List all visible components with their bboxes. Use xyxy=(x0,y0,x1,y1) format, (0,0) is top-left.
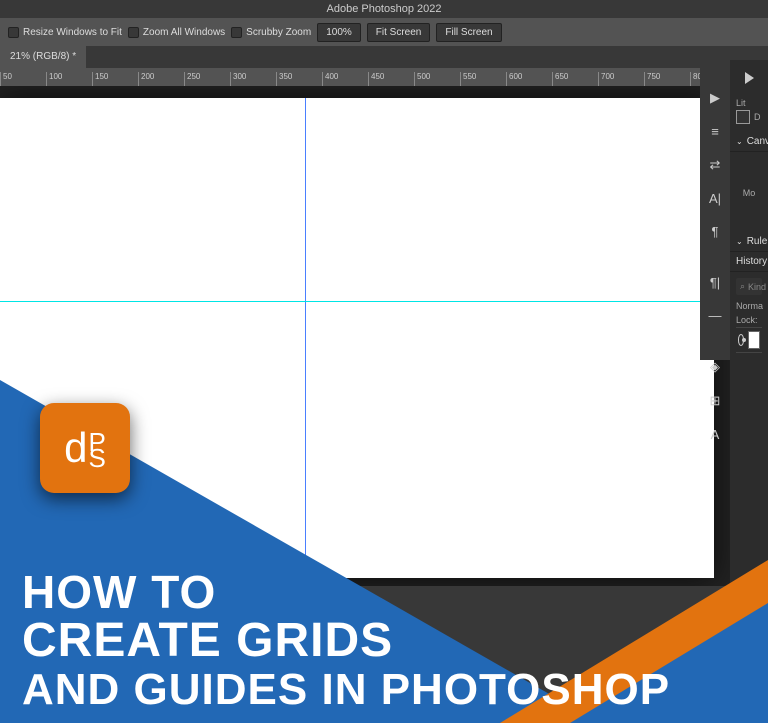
dps-logo: dPS xyxy=(40,403,130,493)
panel-tool-icon[interactable]: ◈ xyxy=(706,359,724,375)
title-line-1: HOW TO xyxy=(22,568,670,616)
document-tab[interactable]: 21% (RGB/8) * xyxy=(0,46,86,68)
panel-tool-icon[interactable]: ≡ xyxy=(706,124,724,139)
chevron-down-icon: ⌄ xyxy=(736,237,743,246)
layers-panel-body: ⌕ Kind Norma Lock: xyxy=(730,272,768,359)
ruler-mark: 250 xyxy=(184,72,230,86)
layer-thumbnail xyxy=(748,331,760,349)
ruler-mark: 300 xyxy=(230,72,276,86)
panel-tool-icon[interactable]: ▶ xyxy=(706,90,724,106)
ruler-mark: 450 xyxy=(368,72,414,86)
ruler-mark: 100 xyxy=(46,72,92,86)
zoom-all-label: Zoom All Windows xyxy=(143,27,225,38)
ruler-mark: 200 xyxy=(138,72,184,86)
ruler-mark: 750 xyxy=(644,72,690,86)
chevron-down-icon: ⌄ xyxy=(736,137,743,146)
play-icon[interactable] xyxy=(745,72,754,84)
ruler-mark: 350 xyxy=(276,72,322,86)
document-tab-bar: 21% (RGB/8) * xyxy=(0,46,768,68)
libraries-hint: Lit D xyxy=(730,92,768,132)
canvas-panel-body: Mo xyxy=(730,152,768,232)
right-panel-stack: Lit D ⌄ Canv Mo ⌄ Rule History ⌕ Kind No… xyxy=(730,60,768,590)
resize-windows-label: Resize Windows to Fit xyxy=(23,27,122,38)
visibility-icon[interactable] xyxy=(738,334,744,346)
canvas-area[interactable] xyxy=(0,86,730,586)
doc-item[interactable]: D xyxy=(736,108,762,126)
ruler-mark: 500 xyxy=(414,72,460,86)
ruler-mark: 400 xyxy=(322,72,368,86)
fill-screen-button[interactable]: Fill Screen xyxy=(436,23,501,42)
lock-row: Lock: xyxy=(736,313,762,327)
ruler-mark: 150 xyxy=(92,72,138,86)
ruler-mark: 650 xyxy=(552,72,598,86)
panel-tool-icon[interactable]: ¶| xyxy=(706,275,724,290)
layer-filter[interactable]: ⌕ Kind xyxy=(736,278,762,295)
panel-tool-icon[interactable]: A| xyxy=(706,191,724,206)
checkbox-icon[interactable] xyxy=(128,27,139,38)
blend-mode-row[interactable]: Norma xyxy=(736,299,762,313)
title-line-2: CREATE GRIDS xyxy=(22,616,670,666)
thumbnail-title: HOW TO CREATE GRIDS AND GUIDES IN PHOTOS… xyxy=(22,568,670,713)
resize-windows-option[interactable]: Resize Windows to Fit xyxy=(8,27,122,38)
checkbox-icon[interactable] xyxy=(8,27,19,38)
document-icon xyxy=(736,110,750,124)
ruler-panel-header[interactable]: ⌄ Rule xyxy=(730,232,768,252)
vertical-guide[interactable] xyxy=(305,98,306,578)
mode-label: Mo xyxy=(736,188,762,198)
canvas[interactable] xyxy=(0,98,714,578)
horizontal-ruler[interactable]: 5010015020025030035040045050055060065070… xyxy=(0,68,730,86)
checkbox-icon[interactable] xyxy=(231,27,242,38)
horizontal-guide[interactable] xyxy=(0,301,730,302)
app-title: Adobe Photoshop 2022 xyxy=(327,3,442,15)
panel-tool-icon[interactable]: A xyxy=(706,427,724,442)
zoom-all-option[interactable]: Zoom All Windows xyxy=(128,27,225,38)
options-bar: Resize Windows to Fit Zoom All Windows S… xyxy=(0,18,768,46)
zoom-value-field[interactable]: 100% xyxy=(317,23,361,42)
ruler-mark: 550 xyxy=(460,72,506,86)
scrubby-zoom-option[interactable]: Scrubby Zoom xyxy=(231,27,311,38)
ruler-mark: 700 xyxy=(598,72,644,86)
title-line-3: AND GUIDES IN PHOTOSHOP xyxy=(22,667,670,713)
ruler-mark: 600 xyxy=(506,72,552,86)
scrubby-zoom-label: Scrubby Zoom xyxy=(246,27,311,38)
search-icon: ⌕ xyxy=(740,281,745,292)
panel-tool-icon[interactable]: ⊞ xyxy=(706,393,724,409)
layer-row[interactable] xyxy=(736,327,762,353)
panel-tool-icon[interactable]: ⇄ xyxy=(706,157,724,173)
canvas-panel-header[interactable]: ⌄ Canv xyxy=(730,132,768,152)
panel-tool-icon[interactable]: ¶ xyxy=(706,224,724,239)
panel-tool-icon[interactable]: — xyxy=(706,308,724,323)
panel-icon-strip: ▶≡⇄A|¶¶|—◈⊞A xyxy=(700,60,730,360)
fit-screen-button[interactable]: Fit Screen xyxy=(367,23,431,42)
ruler-mark: 50 xyxy=(0,72,46,86)
history-panel-header[interactable]: History xyxy=(730,252,768,272)
app-title-bar: Adobe Photoshop 2022 xyxy=(0,0,768,18)
